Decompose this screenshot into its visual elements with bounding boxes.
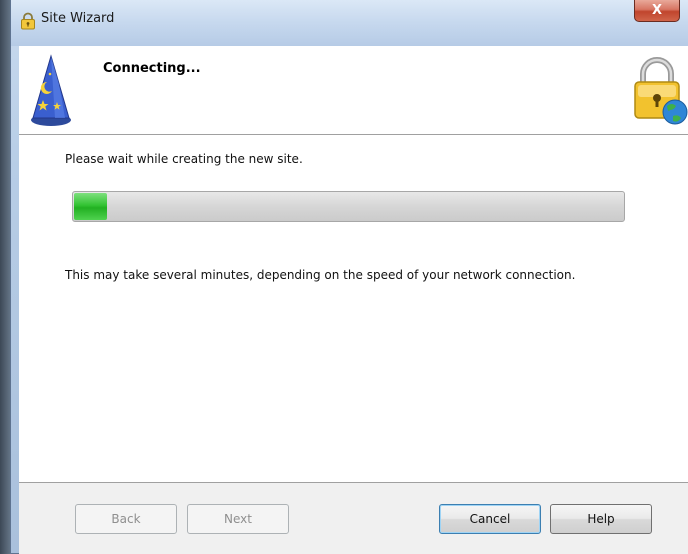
window-title: Site Wizard [41, 11, 115, 26]
padlock-icon [21, 12, 35, 30]
site-wizard-window: Site Wizard X Connecting... Please wait … [10, 0, 688, 554]
status-message: Please wait while creating the new site. [65, 152, 303, 166]
info-message: This may take several minutes, depending… [65, 268, 576, 282]
wizard-content: Please wait while creating the new site.… [19, 135, 688, 482]
next-button[interactable]: Next [187, 504, 289, 534]
title-bar[interactable]: Site Wizard X [11, 0, 688, 46]
wizard-header: Connecting... [19, 46, 688, 135]
button-bar: Back Next Cancel Help [19, 482, 688, 554]
progress-bar [72, 191, 625, 222]
cancel-button[interactable]: Cancel [439, 504, 541, 534]
close-icon: X [651, 3, 663, 18]
back-button[interactable]: Back [75, 504, 177, 534]
progress-bar-fill [74, 193, 108, 220]
page-title: Connecting... [103, 61, 201, 76]
wizard-hat-icon [31, 54, 71, 126]
padlock-globe-icon [634, 57, 688, 125]
help-button[interactable]: Help [550, 504, 652, 534]
close-button[interactable]: X [634, 0, 680, 22]
